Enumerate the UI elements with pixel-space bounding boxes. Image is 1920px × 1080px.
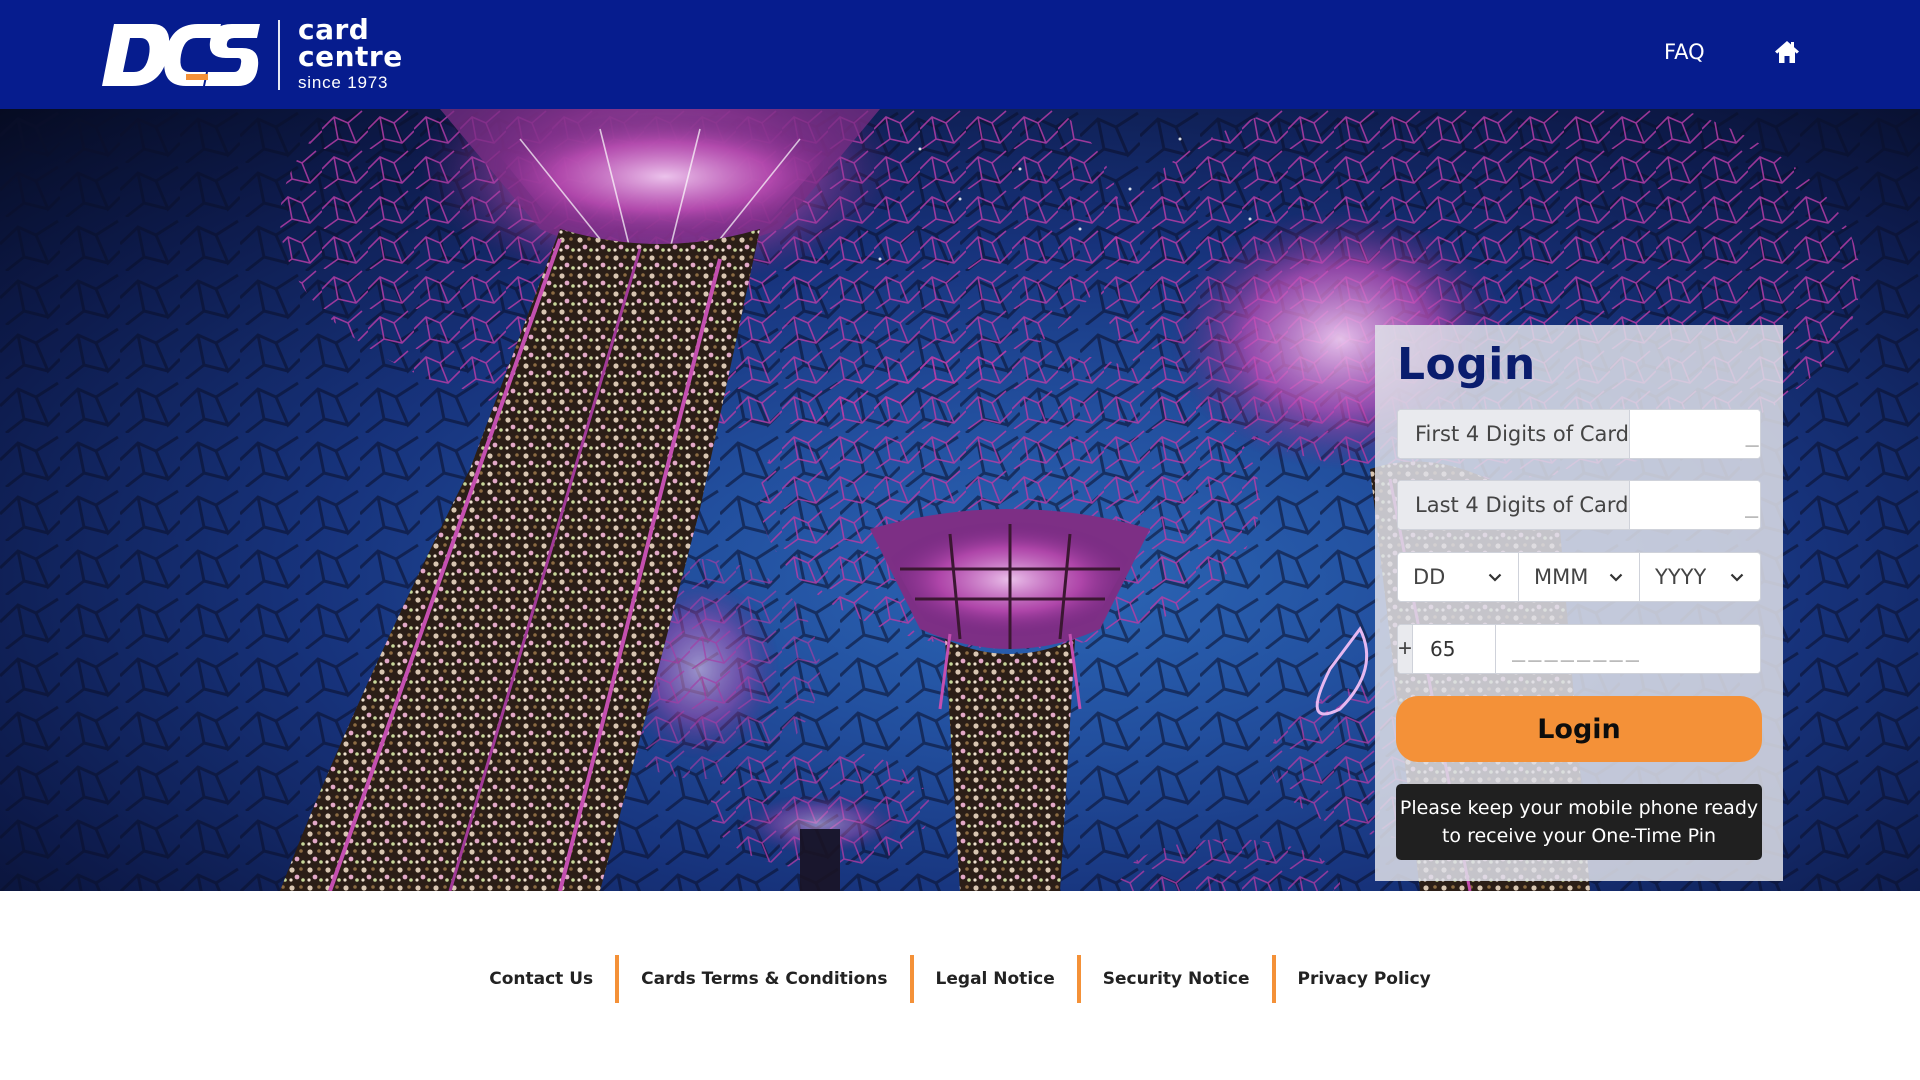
last-four-digits-input[interactable] — [1629, 481, 1760, 529]
logo-line-since: since 1973 — [298, 73, 389, 92]
logo-line-card: card — [298, 13, 370, 46]
hero-banner: Login First 4 Digits of Card Last 4 Digi… — [0, 109, 1920, 891]
top-header: card centre since 1973 FAQ — [0, 0, 1920, 109]
dob-day-value: DD — [1413, 565, 1446, 589]
plus-sign: + — [1398, 625, 1414, 673]
otp-notice-line-2: to receive your One-Time Pin — [1441, 825, 1717, 847]
login-title: Login — [1397, 339, 1536, 390]
logo-line-centre: centre — [298, 40, 403, 73]
date-of-birth-selects: DD MMM YYYY — [1397, 552, 1761, 602]
contact-us-link[interactable]: Contact Us — [467, 969, 615, 989]
dcs-logo-mark — [102, 24, 260, 86]
home-icon[interactable] — [1774, 40, 1800, 64]
faq-link[interactable]: FAQ — [1664, 40, 1705, 64]
dob-day-select[interactable]: DD — [1398, 553, 1519, 601]
privacy-policy-link[interactable]: Privacy Policy — [1276, 969, 1453, 989]
first-four-digits-input[interactable] — [1629, 410, 1760, 458]
dob-year-value: YYYY — [1655, 565, 1707, 589]
country-code-input[interactable] — [1413, 625, 1497, 673]
footer: Contact Us Cards Terms & Conditions Lega… — [0, 891, 1920, 1080]
mobile-number-field: + — [1397, 624, 1761, 674]
login-button[interactable]: Login — [1396, 696, 1762, 762]
chevron-down-icon — [1488, 573, 1502, 582]
dob-month-value: MMM — [1534, 565, 1589, 589]
logo-wordmark: card centre since 1973 — [298, 16, 403, 94]
otp-notice: Please keep your mobile phone ready to r… — [1396, 784, 1762, 860]
footer-links: Contact Us Cards Terms & Conditions Lega… — [0, 955, 1920, 1003]
dob-month-select[interactable]: MMM — [1519, 553, 1640, 601]
chevron-down-icon — [1609, 573, 1623, 582]
mobile-number-input[interactable] — [1496, 625, 1760, 673]
login-card: Login First 4 Digits of Card Last 4 Digi… — [1375, 325, 1783, 881]
last-four-digits-field: Last 4 Digits of Card — [1397, 480, 1761, 530]
legal-notice-link[interactable]: Legal Notice — [914, 969, 1077, 989]
logo-divider — [278, 20, 280, 90]
first-four-digits-field: First 4 Digits of Card — [1397, 409, 1761, 459]
first-four-digits-label: First 4 Digits of Card — [1398, 410, 1630, 458]
dob-year-select[interactable]: YYYY — [1640, 553, 1760, 601]
otp-notice-line-1: Please keep your mobile phone ready — [1399, 797, 1759, 819]
last-four-digits-label: Last 4 Digits of Card — [1398, 481, 1630, 529]
cards-terms-link[interactable]: Cards Terms & Conditions — [619, 969, 909, 989]
chevron-down-icon — [1730, 573, 1744, 582]
dcs-logo[interactable]: card centre since 1973 — [100, 16, 403, 92]
security-notice-link[interactable]: Security Notice — [1081, 969, 1272, 989]
